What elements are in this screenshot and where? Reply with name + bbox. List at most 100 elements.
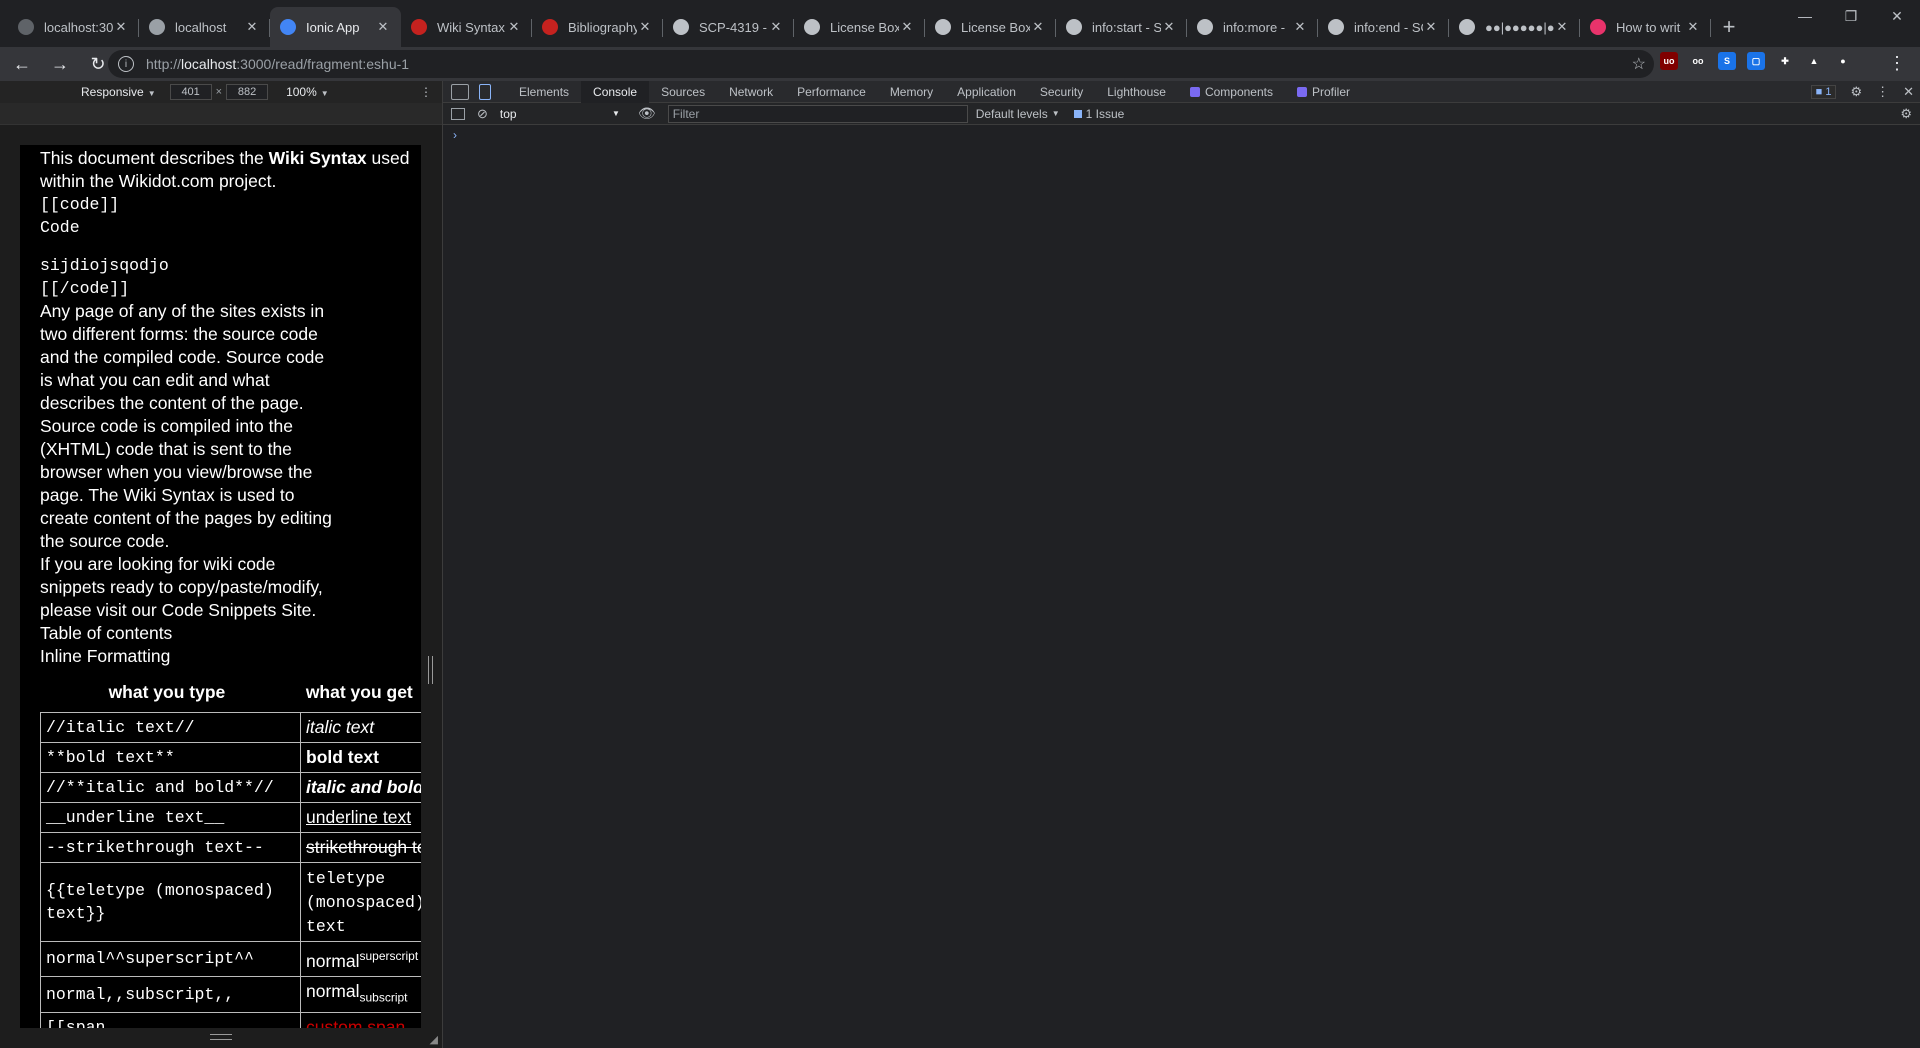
browser-tab[interactable]: SCP-4319 - ✕	[663, 7, 794, 47]
devtools-right-controls: ■ 1 ⚙ ⋮ ✕	[1810, 81, 1914, 103]
browser-tab[interactable]: localhost:30 ✕	[8, 7, 139, 47]
restore-icon[interactable]: ❐	[1828, 0, 1874, 32]
profile-icon[interactable]: ●	[1834, 52, 1852, 70]
device-menu-icon[interactable]: ⋮	[420, 85, 432, 99]
console-toolbar: ⊘ top ▼ 👁 Filter Default levels ▼ 1 Issue …	[443, 103, 1920, 125]
devtools-tab-lighthouse[interactable]: Lighthouse	[1095, 81, 1178, 103]
devtools-tab-elements[interactable]: Elements	[507, 81, 581, 103]
settings-gear-icon[interactable]: ⚙	[1850, 84, 1862, 100]
tab-close-icon[interactable]: ✕	[1292, 19, 1308, 35]
device-viewport: Responsive ▼ 401 × 882 100% ▼ ⋮ This docum…	[0, 81, 442, 1048]
devtools-menu-icon[interactable]: ⋮	[1876, 84, 1889, 100]
device-width-input[interactable]: 401	[169, 84, 212, 100]
browser-tab[interactable]: info:start - S ✕	[1056, 7, 1187, 47]
tab-close-icon[interactable]: ✕	[768, 19, 784, 35]
devtools-tab-network[interactable]: Network	[717, 81, 785, 103]
clear-console-icon[interactable]: ⊘	[477, 106, 488, 122]
tab-label: info:end - SC	[1354, 19, 1423, 35]
tab-favicon-icon	[1459, 19, 1475, 35]
browser-tab[interactable]: Ionic App ✕	[270, 7, 401, 47]
glasses-icon[interactable]: oo	[1689, 52, 1707, 70]
viewport-bottom-handle[interactable]	[210, 1034, 232, 1040]
output-text: italic text	[306, 717, 375, 737]
forward-button[interactable]: →	[44, 50, 76, 78]
context-select[interactable]: top ▼	[496, 105, 624, 123]
code-close: [[/code]]	[40, 279, 130, 298]
viewport-resize-handle[interactable]	[428, 656, 433, 684]
screen-icon[interactable]: ▢	[1747, 52, 1765, 70]
device-toggle-icon[interactable]	[479, 83, 491, 100]
code-line-1: Code	[40, 218, 80, 237]
tab-close-icon[interactable]: ✕	[113, 19, 129, 35]
issues-badge[interactable]: ■ 1	[1810, 85, 1837, 99]
log-levels-select[interactable]: Default levels ▼	[976, 107, 1060, 121]
address-bar[interactable]: i http://localhost:3000/read/fragment:es…	[108, 50, 1654, 78]
tab-favicon-icon	[149, 19, 165, 35]
info-icon[interactable]: i	[118, 56, 134, 72]
devtools-tab-sources[interactable]: Sources	[649, 81, 717, 103]
tab-close-icon[interactable]: ✕	[375, 19, 391, 35]
zoom-select[interactable]: 100% ▼	[286, 85, 329, 99]
devtools-tab-security[interactable]: Security	[1028, 81, 1095, 103]
syntax-output-cell: normalsubscript	[300, 975, 421, 1014]
console-settings-gear-icon[interactable]: ⚙	[1900, 106, 1912, 122]
console-prompt[interactable]: ›	[443, 125, 1920, 142]
browser-menu-icon[interactable]: ⋮	[1888, 53, 1906, 74]
caret-down-icon: ▼	[1051, 109, 1060, 118]
device-mode-select[interactable]: Responsive ▼	[81, 85, 156, 99]
tab-close-icon[interactable]: ✕	[244, 19, 260, 35]
tab-close-icon[interactable]: ✕	[1030, 19, 1046, 35]
tab-close-icon[interactable]: ✕	[899, 19, 915, 35]
devtools-tab-label: Console	[593, 84, 638, 99]
browser-tab[interactable]: Bibliography ✕	[532, 7, 663, 47]
issues-badge-count: 1	[1825, 86, 1832, 98]
devtools-tab-label: Memory	[889, 84, 934, 99]
table-row: [[span custom span	[40, 1012, 421, 1028]
s-extension-icon[interactable]: S	[1718, 52, 1736, 70]
browser-tab[interactable]: License Box ✕	[925, 7, 1056, 47]
inspect-element-icon[interactable]	[451, 83, 469, 100]
devtools-tab-application[interactable]: Application	[945, 81, 1028, 103]
live-expression-eye-icon[interactable]: 👁	[638, 105, 656, 122]
devtools-tab-performance[interactable]: Performance	[785, 81, 878, 103]
table-row: normal^^superscript^^ normalsuperscript	[40, 941, 421, 977]
console-filter-input[interactable]: Filter	[667, 104, 968, 123]
devtools-tab-profiler[interactable]: Profiler	[1285, 81, 1362, 103]
bookmark-star-icon[interactable]: ☆	[1632, 54, 1646, 74]
tab-close-icon[interactable]: ✕	[1685, 19, 1701, 35]
tab-close-icon[interactable]: ✕	[637, 19, 653, 35]
tab-close-icon[interactable]: ✕	[1423, 19, 1439, 35]
browser-tab[interactable]: info:more - ✕	[1187, 7, 1318, 47]
browser-tab[interactable]: localhost ✕	[139, 7, 270, 47]
back-button[interactable]: ←	[6, 50, 38, 78]
flask-icon[interactable]: ▲	[1805, 52, 1823, 70]
resize-corner-icon[interactable]: ◢	[430, 1033, 438, 1046]
tab-label: info:more -	[1223, 19, 1286, 35]
sidebar-toggle-icon[interactable]	[451, 107, 465, 120]
device-height-input[interactable]: 882	[226, 84, 269, 100]
browser-tab[interactable]: info:end - SC ✕	[1318, 7, 1449, 47]
puzzle-icon[interactable]: ✚	[1776, 52, 1794, 70]
close-window-icon[interactable]: ✕	[1874, 0, 1920, 32]
output-text: teletype (monospaced) text	[306, 869, 421, 936]
url-host: localhost	[181, 56, 237, 72]
ublock-icon[interactable]: uo	[1660, 52, 1678, 70]
devtools-tab-components[interactable]: Components	[1178, 81, 1285, 103]
devtools-tab-console[interactable]: Console	[581, 80, 650, 103]
devtools-tab-memory[interactable]: Memory	[878, 81, 945, 103]
tab-close-icon[interactable]: ✕	[506, 19, 522, 35]
close-devtools-icon[interactable]: ✕	[1903, 84, 1914, 100]
devtools-panel: Elements Console Sources Network Performance…	[442, 80, 1920, 1048]
syntax-source-cell: //italic text//	[40, 712, 301, 743]
issues-button[interactable]: 1 Issue	[1073, 107, 1124, 121]
tab-close-icon[interactable]: ✕	[1554, 19, 1570, 35]
browser-tab[interactable]: How to writ ✕	[1580, 7, 1711, 47]
browser-tab[interactable]: License Box ✕	[794, 7, 925, 47]
minimize-icon[interactable]: —	[1782, 0, 1828, 32]
tab-close-icon[interactable]: ✕	[1161, 19, 1177, 35]
browser-tab[interactable]: ●●|●●●●●|● ✕	[1449, 7, 1580, 47]
new-tab-button[interactable]: +	[1711, 7, 1747, 47]
toc-link[interactable]: Table of contents	[40, 622, 421, 645]
syntax-output-cell: italic text	[300, 712, 421, 743]
browser-tab[interactable]: Wiki Syntax ✕	[401, 7, 532, 47]
